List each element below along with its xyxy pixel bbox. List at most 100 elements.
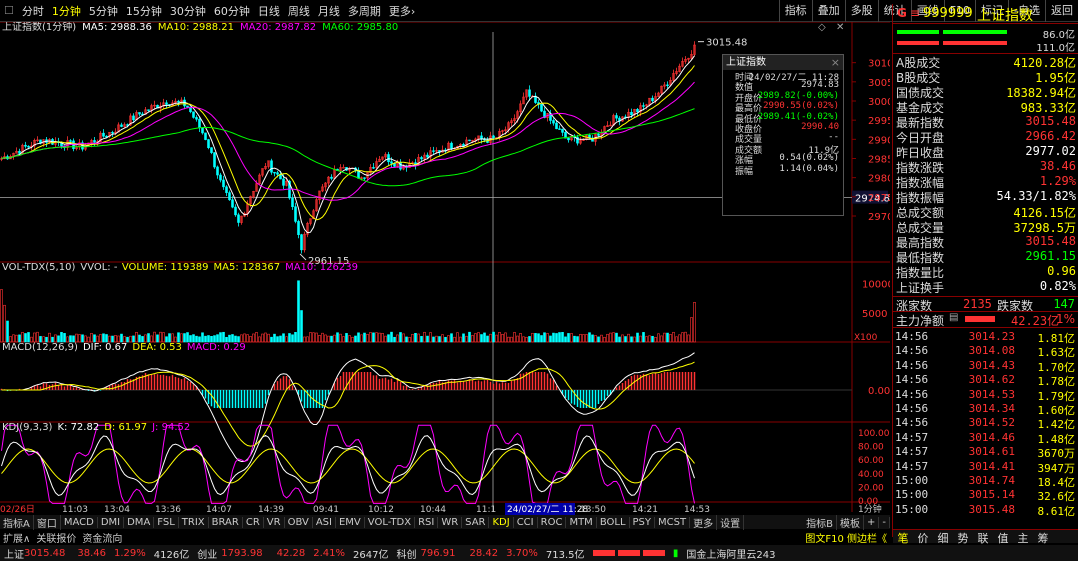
volume-bar bbox=[423, 331, 426, 343]
low-marker bbox=[299, 253, 307, 261]
server-icon[interactable]: ▮ bbox=[669, 548, 683, 559]
status-sh-value: 3015.48 bbox=[24, 547, 66, 559]
volume-bar bbox=[231, 334, 234, 343]
menu-icon[interactable]: ≡ bbox=[910, 6, 920, 20]
candle-body bbox=[132, 115, 135, 121]
sub-tab[interactable]: 资金流向 bbox=[79, 530, 125, 545]
time-label: 11:1 bbox=[476, 505, 496, 515]
volume-bar bbox=[333, 334, 336, 343]
period-label: 1分钟 bbox=[858, 503, 882, 515]
right-tab[interactable]: 主 bbox=[1013, 530, 1033, 546]
indicator-tab[interactable]: FSL bbox=[154, 516, 179, 528]
volume-bar bbox=[183, 333, 186, 343]
right-tab[interactable]: 细 bbox=[933, 530, 953, 546]
right-tab[interactable]: 笔 bbox=[893, 530, 913, 546]
right-tab[interactable]: 值 bbox=[993, 530, 1013, 546]
volume-bar bbox=[159, 331, 162, 343]
indicator-tab[interactable]: 指标A bbox=[0, 514, 34, 530]
indicator-tab[interactable]: MTM bbox=[566, 516, 597, 528]
indicator-tab[interactable]: MCST bbox=[655, 516, 691, 528]
checkbox-icon[interactable]: ☐ bbox=[0, 4, 18, 17]
candle-body bbox=[558, 128, 561, 130]
candle-body bbox=[120, 124, 123, 127]
close-icon[interactable]: × bbox=[831, 56, 840, 69]
time-label: 14:21 bbox=[632, 505, 658, 515]
volume-bar bbox=[624, 336, 627, 343]
stat-value: 2961.15 bbox=[1025, 249, 1076, 263]
status-kc-amount: 713.5亿 bbox=[545, 549, 585, 561]
indicator-tab[interactable]: PSY bbox=[630, 516, 656, 528]
volume-bar bbox=[549, 335, 552, 343]
indicator-tab[interactable]: BOLL bbox=[597, 516, 630, 528]
indicator-tab[interactable]: RSI bbox=[415, 516, 439, 528]
volume-bar bbox=[528, 336, 531, 343]
indicator-tab[interactable]: ROC bbox=[538, 516, 567, 528]
indicator-tab[interactable]: ASI bbox=[313, 516, 336, 528]
period-5min[interactable]: 5分钟 bbox=[85, 3, 122, 19]
status-sh-pct: 1.29% bbox=[114, 547, 146, 559]
indicator-tab[interactable]: 窗口 bbox=[34, 514, 61, 530]
tool-indicator[interactable]: 指标 bbox=[778, 0, 812, 22]
period-1min[interactable]: 1分钟 bbox=[48, 3, 85, 19]
volume-bar bbox=[3, 304, 6, 343]
kdj-y-label: 60.00 bbox=[858, 456, 884, 466]
indicator-tab[interactable]: CR bbox=[243, 516, 264, 528]
tick-list[interactable]: 14:56 3014.23 1.81亿 14:56 3014.08 1.63亿 14:56 3… bbox=[893, 327, 1078, 518]
sub-tab[interactable]: 关联报价 bbox=[33, 530, 79, 545]
period-multi[interactable]: 多周期 bbox=[344, 3, 385, 19]
indicator-right-tab[interactable]: + bbox=[864, 516, 880, 528]
indicator-tab[interactable]: WR bbox=[438, 516, 463, 528]
indicator-tab[interactable]: CCI bbox=[514, 516, 538, 528]
indicator-tab[interactable]: MACD bbox=[61, 516, 98, 528]
period-more[interactable]: 更多› bbox=[385, 3, 419, 19]
tick-time: 14:56 bbox=[895, 416, 929, 430]
volume-bar bbox=[666, 332, 669, 343]
indicator-tab[interactable]: 设置 bbox=[717, 514, 745, 530]
sidebar-toggle[interactable]: 图文F10 侧边栏《 bbox=[802, 530, 890, 545]
indicator-tab[interactable]: VR bbox=[264, 516, 285, 528]
tick-price: 3014.34 bbox=[968, 402, 1015, 415]
indicator-tab[interactable]: DMA bbox=[124, 516, 155, 528]
candle-body bbox=[228, 192, 231, 201]
right-tab[interactable]: 价 bbox=[913, 530, 933, 546]
volume-bar bbox=[90, 333, 93, 343]
indicator-right-tab[interactable]: 指标B bbox=[803, 514, 837, 530]
right-tab[interactable]: 势 bbox=[953, 530, 973, 546]
indicator-tab[interactable]: BRAR bbox=[209, 516, 243, 528]
volume-bar bbox=[492, 331, 495, 343]
tick-row: 14:57 3014.41 3947万 bbox=[893, 460, 1078, 475]
right-tab[interactable]: 联 bbox=[973, 530, 993, 546]
indicator-tab[interactable]: KDJ bbox=[489, 516, 514, 528]
chart-icon[interactable]: ▤ bbox=[949, 312, 958, 323]
indicator-tab[interactable]: DMI bbox=[98, 516, 125, 528]
tick-price: 3014.74 bbox=[968, 474, 1015, 487]
indicator-tab[interactable]: OBV bbox=[285, 516, 313, 528]
period-fenshi[interactable]: 分时 bbox=[18, 3, 48, 19]
volume-bar bbox=[399, 332, 402, 343]
indicator-tab[interactable]: VOL-TDX bbox=[365, 516, 416, 528]
period-30min[interactable]: 30分钟 bbox=[166, 3, 210, 19]
period-15min[interactable]: 15分钟 bbox=[122, 3, 166, 19]
stat-row: 昨日收盘 2977.02 bbox=[893, 144, 1078, 160]
volume-bar bbox=[678, 334, 681, 343]
volume-bar bbox=[654, 336, 657, 343]
period-day[interactable]: 日线 bbox=[254, 3, 284, 19]
volume-bar bbox=[534, 333, 537, 343]
indicator-tab[interactable]: 更多 bbox=[690, 514, 718, 530]
period-60min[interactable]: 60分钟 bbox=[210, 3, 254, 19]
indicator-tab[interactable]: EMV bbox=[336, 516, 365, 528]
main-flow-row[interactable]: 主力净额 ▤ 42.23亿 1% bbox=[893, 311, 1078, 328]
period-month[interactable]: 月线 bbox=[314, 3, 344, 19]
indicator-right-tab[interactable]: 模板 bbox=[837, 514, 864, 530]
indicator-tab[interactable]: SAR bbox=[462, 516, 490, 528]
sub-tab[interactable]: 扩展∧ bbox=[0, 530, 33, 545]
period-week[interactable]: 周线 bbox=[284, 3, 314, 19]
right-tab[interactable]: 筹 bbox=[1033, 530, 1053, 546]
indicator-tab[interactable]: TRIX bbox=[179, 516, 209, 528]
indicator-right-tab[interactable]: - bbox=[879, 516, 890, 528]
tool-multi-stock[interactable]: 多股 bbox=[844, 0, 878, 22]
tool-overlay[interactable]: 叠加 bbox=[811, 0, 845, 22]
volume-bar bbox=[552, 332, 555, 343]
status-server[interactable]: 国金上海阿里云243 bbox=[682, 546, 779, 561]
tick-price: 3014.08 bbox=[968, 344, 1015, 358]
